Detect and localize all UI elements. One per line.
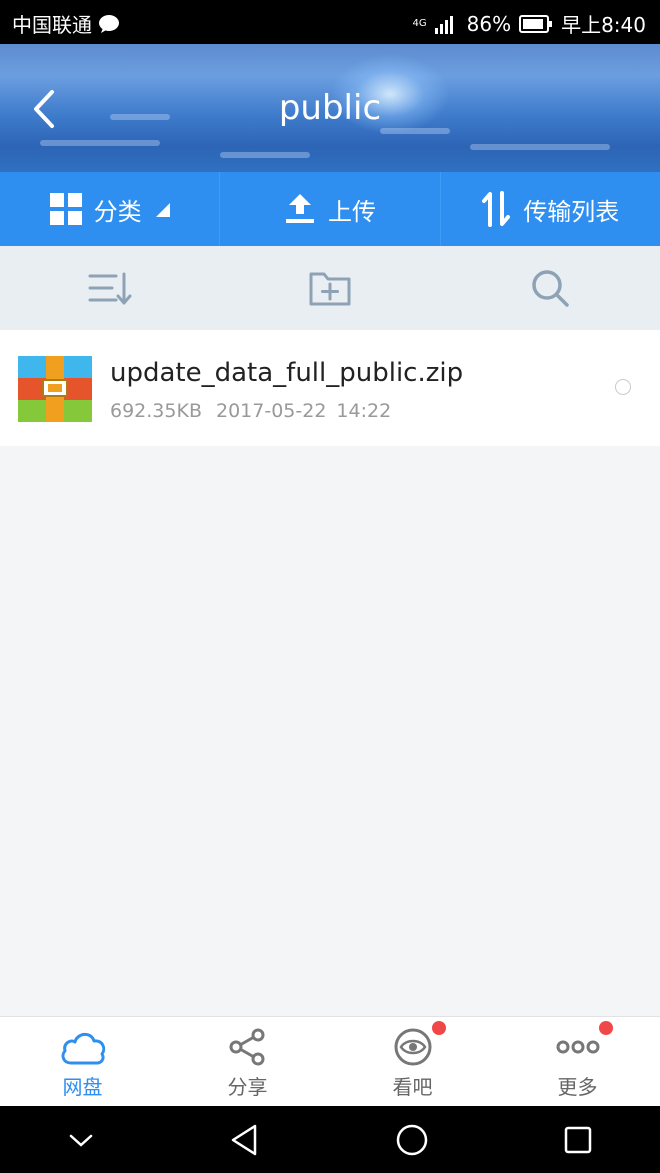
header-wave — [220, 152, 310, 158]
nav-label: 分享 — [227, 1075, 268, 1099]
transfer-list-label: 传输列表 — [523, 197, 620, 226]
action-row — [0, 246, 660, 330]
file-list-item[interactable]: update_data_full_public.zip 692.35KB 201… — [0, 330, 660, 446]
grid-icon — [49, 193, 82, 225]
file-time: 14:22 — [336, 400, 392, 422]
message-icon — [99, 14, 119, 33]
collapse-chevron-icon[interactable] — [67, 1130, 95, 1150]
notification-badge — [432, 1021, 446, 1035]
main-toolbar: 分类 上传 传输列表 — [0, 172, 660, 246]
carrier-name: 中国联通 — [12, 13, 92, 37]
zip-file-icon — [18, 356, 92, 422]
file-name: update_data_full_public.zip — [110, 358, 464, 388]
upload-icon — [285, 194, 314, 223]
network-type: 4G — [412, 17, 427, 29]
file-size: 692.35KB — [110, 400, 202, 422]
nav-label: 更多 — [557, 1075, 598, 1099]
nav-tab-watch[interactable]: 看吧 — [330, 1017, 495, 1107]
recent-apps-square-icon[interactable] — [563, 1125, 593, 1155]
status-bar: 中国联通 4G 86% 早上8:40 — [0, 0, 660, 44]
clock: 早上8:40 — [561, 13, 646, 37]
file-date: 2017-05-22 — [215, 400, 327, 422]
status-right: 4G 86% 早上8:40 — [413, 9, 647, 38]
sort-icon — [88, 272, 132, 305]
back-triangle-icon[interactable] — [229, 1123, 261, 1157]
sort-button[interactable] — [0, 246, 220, 330]
transfer-list-button[interactable]: 传输列表 — [441, 172, 660, 246]
transfer-arrows-icon — [482, 191, 511, 227]
nav-label: 网盘 — [62, 1075, 103, 1099]
upload-button[interactable]: 上传 — [220, 172, 441, 246]
nav-tab-share[interactable]: 分享 — [165, 1017, 330, 1107]
search-icon — [532, 270, 569, 307]
eye-icon — [394, 1028, 431, 1066]
nav-label: 看吧 — [392, 1075, 433, 1099]
upload-label: 上传 — [327, 197, 376, 226]
nav-tab-more[interactable]: 更多 — [495, 1017, 660, 1107]
file-meta: 692.35KB 2017-05-22 14:22 — [110, 400, 391, 422]
header-wave — [40, 140, 160, 146]
category-label: 分类 — [93, 197, 142, 226]
battery-icon — [519, 14, 553, 33]
bottom-navigation: 网盘 分享 看吧 更多 — [0, 1016, 660, 1107]
new-folder-button[interactable] — [220, 246, 440, 330]
home-circle-icon[interactable] — [395, 1123, 429, 1157]
notification-badge — [599, 1021, 613, 1035]
header-wave — [470, 144, 610, 150]
search-button[interactable] — [440, 246, 660, 330]
dropdown-triangle-icon — [155, 203, 170, 217]
file-select-radio[interactable] — [615, 379, 631, 395]
header-wave — [380, 128, 450, 134]
status-left: 中国联通 — [12, 9, 120, 38]
signal-icon — [434, 15, 453, 34]
page-title: public — [278, 88, 382, 128]
cloud-icon — [61, 1032, 105, 1065]
system-navigation-bar — [0, 1106, 660, 1173]
more-dots-icon — [556, 1040, 599, 1054]
new-folder-icon — [309, 272, 351, 306]
header-banner: public — [0, 44, 660, 172]
battery-percent: 86% — [466, 11, 512, 36]
category-button[interactable]: 分类 — [0, 172, 221, 246]
nav-tab-cloud-disk[interactable]: 网盘 — [0, 1017, 165, 1107]
share-icon — [229, 1028, 264, 1066]
